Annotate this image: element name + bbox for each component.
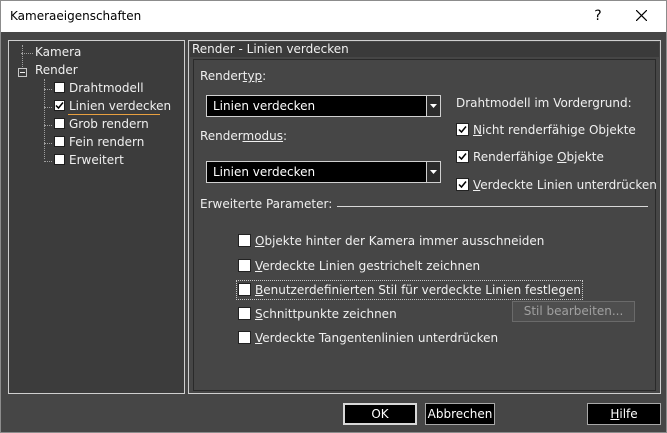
cancel-button[interactable]: Abbrechen bbox=[425, 403, 495, 425]
rendertyp-dropdown-button[interactable] bbox=[426, 96, 440, 116]
rendertyp-label: Rendertyp: bbox=[200, 69, 267, 83]
ok-button[interactable]: OK bbox=[343, 403, 417, 425]
tree-connector bbox=[22, 45, 23, 69]
tree-checkbox-fein-rendern[interactable] bbox=[54, 136, 65, 147]
close-button[interactable] bbox=[629, 6, 653, 26]
tree-item-render[interactable]: Render bbox=[35, 62, 78, 78]
tree-item-label: Kamera bbox=[35, 45, 82, 59]
panel-title: Render - Linien verdecken bbox=[190, 42, 659, 57]
tree-item-kamera[interactable]: Kamera bbox=[35, 44, 81, 60]
tree-checkbox-drahtmodell[interactable] bbox=[54, 82, 65, 93]
checkbox-box[interactable] bbox=[238, 283, 251, 296]
tree-connector bbox=[44, 89, 52, 90]
selection-underline bbox=[68, 114, 160, 115]
rendermodus-select[interactable]: Linien verdecken bbox=[206, 161, 441, 183]
title-bar: Kameraeigenschaften ? bbox=[1, 1, 666, 32]
checkbox-box[interactable] bbox=[238, 331, 251, 344]
erweiterte-parameter-label: Erweiterte Parameter: bbox=[200, 197, 333, 211]
tree-item-drahtmodell[interactable]: Drahtmodell bbox=[69, 80, 144, 96]
checkbox-nicht-renderfaehige-objekte[interactable]: Nicht renderfähige Objekte bbox=[456, 122, 636, 138]
checkbox-schnittpunkte-zeichnen[interactable]: Schnittpunkte zeichnen bbox=[238, 306, 397, 322]
chevron-down-icon bbox=[430, 170, 437, 174]
stil-bearbeiten-button[interactable]: Stil bearbeiten... bbox=[512, 301, 635, 322]
tree-item-label: Linien verdecken bbox=[69, 99, 172, 113]
rendermodus-value: Linien verdecken bbox=[213, 165, 316, 179]
rendertyp-value: Linien verdecken bbox=[213, 99, 316, 113]
tree-checkbox-erweitert[interactable] bbox=[54, 154, 65, 165]
checkbox-box[interactable] bbox=[456, 178, 469, 191]
tree-item-label: Fein rendern bbox=[69, 135, 145, 149]
tree-item-label: Render bbox=[35, 63, 78, 77]
tree-item-label: Grob rendern bbox=[69, 117, 149, 131]
checkbox-verdeckte-linien-unterdruecken[interactable]: Verdeckte Linien unterdrücken bbox=[456, 177, 657, 193]
checkbox-benutzerdefinierter-stil[interactable]: Benutzerdefinierten Stil für verdeckte L… bbox=[236, 280, 583, 300]
checkbox-tangentenlinien-unterdruecken[interactable]: Verdeckte Tangentenlinien unterdrücken bbox=[238, 330, 498, 346]
close-icon bbox=[635, 9, 647, 22]
chevron-down-icon bbox=[430, 104, 437, 108]
tree-item-label: Erweitert bbox=[69, 153, 124, 167]
check-icon bbox=[55, 102, 64, 110]
dialog-window: Kameraeigenschaften ? Kamera Render Drah… bbox=[0, 0, 667, 433]
checkbox-box[interactable] bbox=[238, 259, 251, 272]
tree-connector bbox=[44, 107, 52, 108]
check-icon bbox=[458, 153, 467, 161]
check-icon bbox=[458, 181, 467, 189]
checkbox-box[interactable] bbox=[238, 234, 251, 247]
checkbox-gestrichelt-zeichnen[interactable]: Verdeckte Linien gestrichelt zeichnen bbox=[238, 258, 480, 274]
tree-item-erweitert[interactable]: Erweitert bbox=[69, 152, 124, 168]
help-title-button[interactable]: ? bbox=[586, 6, 610, 26]
separator-line bbox=[337, 206, 648, 207]
vordergrund-label: Drahtmodell im Vordergrund: bbox=[456, 96, 632, 110]
window-title: Kameraeigenschaften bbox=[10, 9, 142, 23]
tree-connector bbox=[44, 79, 45, 159]
tree-checkbox-grob-rendern[interactable] bbox=[54, 118, 65, 129]
check-icon bbox=[458, 126, 467, 134]
tree-connector bbox=[44, 143, 52, 144]
category-tree[interactable]: Kamera Render Drahtmodell Linien verdeck… bbox=[8, 40, 185, 394]
tree-connector bbox=[44, 161, 52, 162]
tree-item-grob-rendern[interactable]: Grob rendern bbox=[69, 116, 149, 132]
checkbox-box[interactable] bbox=[456, 123, 469, 136]
checkbox-box[interactable] bbox=[238, 307, 251, 320]
tree-connector bbox=[44, 125, 52, 126]
checkbox-objekte-hinter-kamera[interactable]: Objekte hinter der Kamera immer ausschne… bbox=[238, 233, 544, 249]
tree-item-label: Drahtmodell bbox=[69, 81, 144, 95]
checkbox-renderfaehige-objekte[interactable]: Renderfähige Objekte bbox=[456, 149, 604, 165]
checkbox-box[interactable] bbox=[456, 150, 469, 163]
tree-checkbox-linien-verdecken[interactable] bbox=[54, 100, 65, 111]
collapse-icon[interactable] bbox=[18, 68, 27, 77]
tree-item-linien-verdecken[interactable]: Linien verdecken bbox=[69, 98, 171, 114]
rendertyp-select[interactable]: Linien verdecken bbox=[206, 95, 441, 117]
help-button[interactable]: Hilfe bbox=[587, 403, 661, 425]
rendermodus-label: Rendermodus: bbox=[200, 129, 288, 143]
tree-item-fein-rendern[interactable]: Fein rendern bbox=[69, 134, 144, 150]
rendermodus-dropdown-button[interactable] bbox=[426, 162, 440, 182]
